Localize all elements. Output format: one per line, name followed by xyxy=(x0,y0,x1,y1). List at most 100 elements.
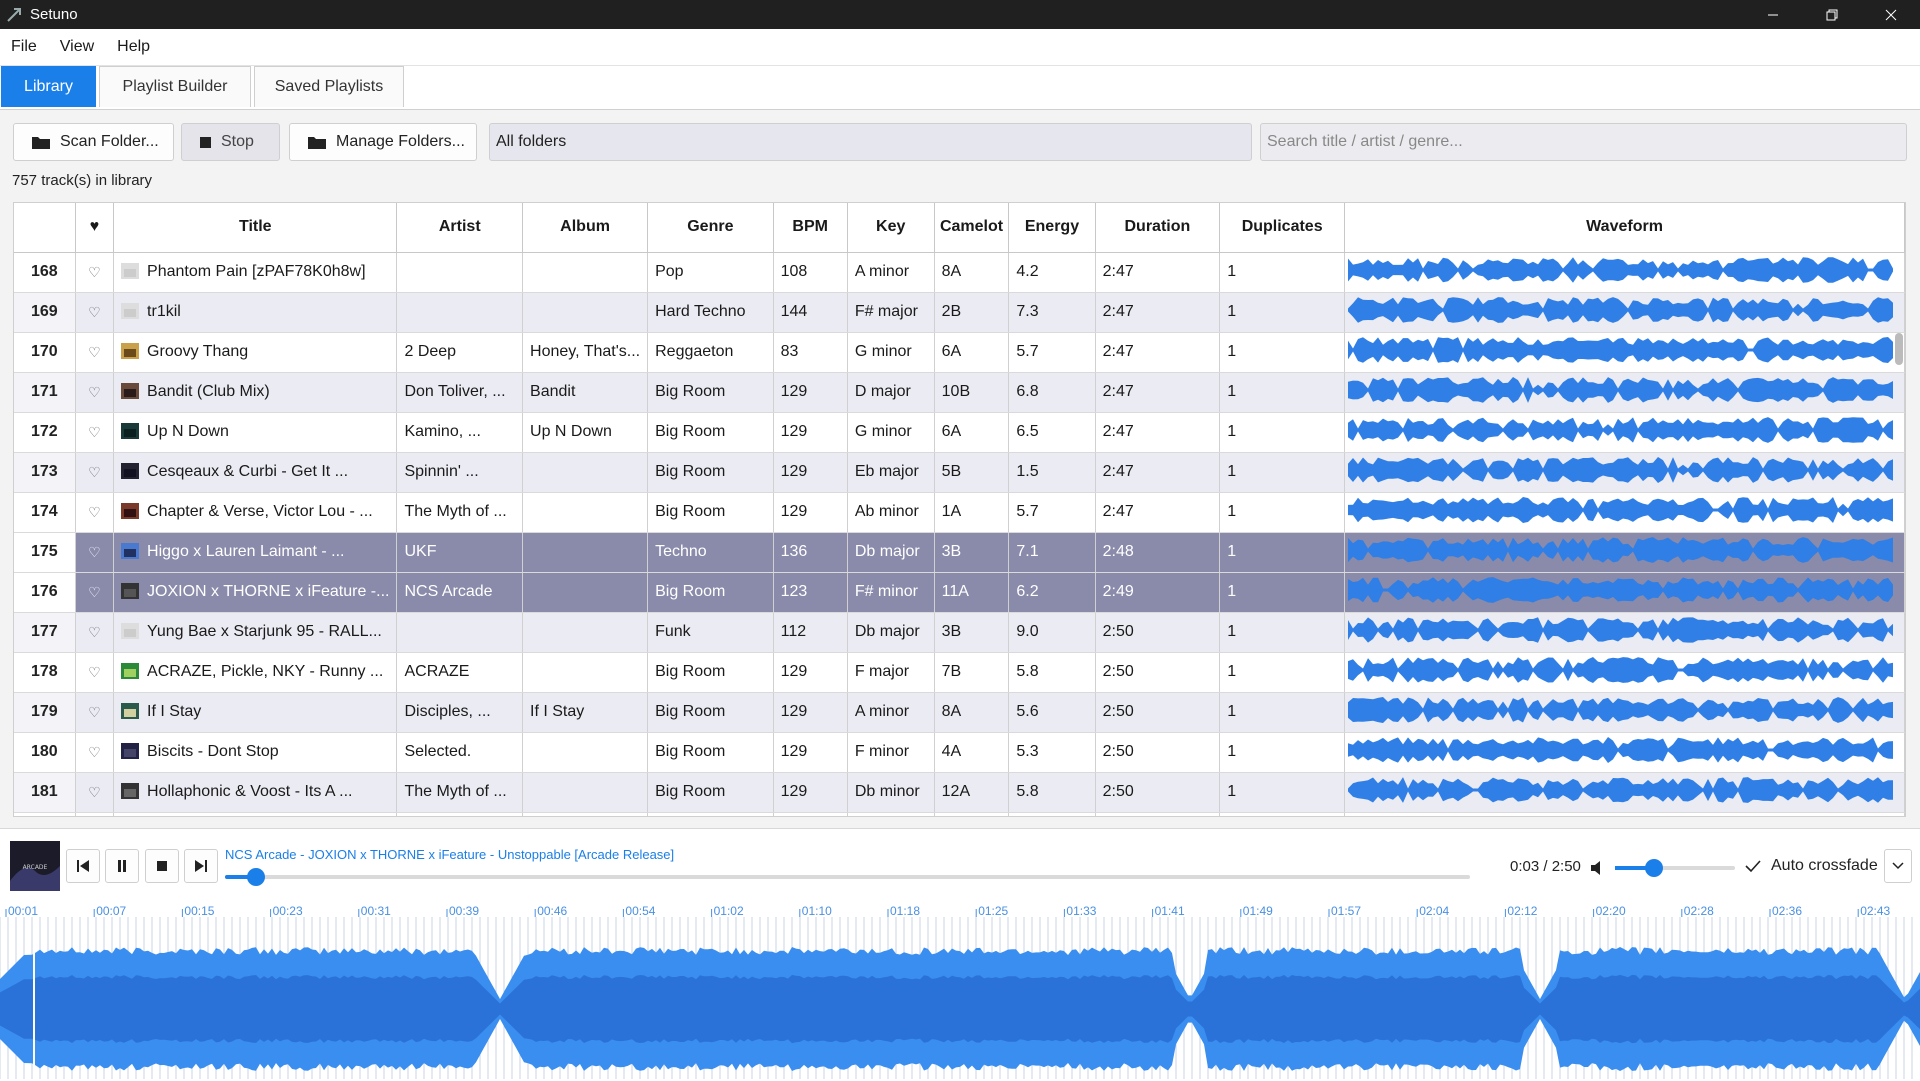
table-row[interactable]: 170♡Groovy Thang2 DeepHoney, That's...Re… xyxy=(14,332,1905,372)
heart-outline-icon[interactable]: ♡ xyxy=(88,264,101,280)
manage-folders-button[interactable]: Manage Folders... xyxy=(289,123,477,161)
table-row[interactable]: 181♡Hollaphonic & Voost - Its A ...The M… xyxy=(14,772,1905,812)
favorite-cell[interactable]: ♡ xyxy=(75,492,113,532)
table-row[interactable]: 178♡ACRAZE, Pickle, NKY - Runny ...ACRAZ… xyxy=(14,652,1905,692)
header-energy[interactable]: Energy xyxy=(1009,203,1095,252)
duplicates-cell: 1 xyxy=(1220,492,1345,532)
header-album[interactable]: Album xyxy=(523,203,648,252)
seek-slider[interactable] xyxy=(225,875,1470,879)
heart-outline-icon[interactable]: ♡ xyxy=(88,624,101,640)
table-row[interactable]: 173♡Cesqeaux & Curbi - Get It ...Spinnin… xyxy=(14,452,1905,492)
album-cell xyxy=(523,652,648,692)
heart-outline-icon[interactable]: ♡ xyxy=(88,384,101,400)
pause-button[interactable] xyxy=(105,849,139,883)
seek-handle[interactable] xyxy=(247,868,265,886)
stop-playback-button[interactable] xyxy=(145,849,179,883)
table-row[interactable]: 179♡If I StayDisciples, ...If I StayBig … xyxy=(14,692,1905,732)
timeline-tick-label: 02:20 xyxy=(1596,904,1626,918)
waveform-cell xyxy=(1345,652,1905,692)
row-number: 179 xyxy=(14,692,75,732)
heart-outline-icon[interactable]: ♡ xyxy=(88,704,101,720)
header-genre[interactable]: Genre xyxy=(648,203,774,252)
header-title[interactable]: Title xyxy=(114,203,397,252)
artist-cell: ACRAZE xyxy=(397,652,523,692)
favorite-cell[interactable]: ♡ xyxy=(75,772,113,812)
timeline-tick-label: 00:01 xyxy=(8,904,38,918)
heart-outline-icon[interactable]: ♡ xyxy=(88,584,101,600)
folder-select[interactable]: All folders xyxy=(489,123,1252,161)
favorite-cell[interactable]: ♡ xyxy=(75,612,113,652)
heart-outline-icon[interactable]: ♡ xyxy=(88,504,101,520)
heart-outline-icon[interactable]: ♡ xyxy=(88,304,101,320)
favorite-cell[interactable]: ♡ xyxy=(75,372,113,412)
table-row[interactable]: 176♡JOXION x THORNE x iFeature -...NCS A… xyxy=(14,572,1905,612)
next-button[interactable] xyxy=(184,849,218,883)
favorite-cell[interactable]: ♡ xyxy=(75,452,113,492)
close-button[interactable] xyxy=(1861,0,1920,29)
header-waveform[interactable]: Waveform xyxy=(1345,203,1905,252)
menu-view[interactable]: View xyxy=(60,38,94,56)
restore-button[interactable] xyxy=(1802,0,1861,29)
favorite-cell[interactable]: ♡ xyxy=(75,412,113,452)
favorite-cell[interactable]: ♡ xyxy=(75,572,113,612)
header-key[interactable]: Key xyxy=(847,203,934,252)
favorite-cell[interactable]: ♡ xyxy=(75,252,113,292)
table-row[interactable]: 174♡Chapter & Verse, Victor Lou - ...The… xyxy=(14,492,1905,532)
header-favorite[interactable]: ♥ xyxy=(75,203,113,252)
table-row[interactable]: 168♡Phantom Pain [zPAF78K0h8w]Pop108A mi… xyxy=(14,252,1905,292)
tab-saved-playlists[interactable]: Saved Playlists xyxy=(254,66,404,107)
scan-folder-button[interactable]: Scan Folder... xyxy=(13,123,174,161)
volume-icon[interactable] xyxy=(1590,860,1606,876)
tab-playlist-builder[interactable]: Playlist Builder xyxy=(99,66,251,107)
header-duration[interactable]: Duration xyxy=(1095,203,1220,252)
favorite-cell[interactable]: ♡ xyxy=(75,732,113,772)
heart-outline-icon[interactable]: ♡ xyxy=(88,424,101,440)
track-thumbnail xyxy=(121,463,139,479)
heart-outline-icon[interactable]: ♡ xyxy=(88,544,101,560)
header-bpm[interactable]: BPM xyxy=(773,203,847,252)
minimize-button[interactable] xyxy=(1743,0,1802,29)
energy-cell: 1.5 xyxy=(1009,452,1095,492)
favorite-cell[interactable]: ♡ xyxy=(75,332,113,372)
bpm-cell: 129 xyxy=(773,412,847,452)
favorite-cell[interactable]: ♡ xyxy=(75,652,113,692)
favorite-cell[interactable]: ♡ xyxy=(75,532,113,572)
favorite-cell[interactable]: ♡ xyxy=(75,292,113,332)
menu-file[interactable]: File xyxy=(11,38,37,56)
heart-outline-icon[interactable]: ♡ xyxy=(88,344,101,360)
heart-outline-icon[interactable]: ♡ xyxy=(88,664,101,680)
table-row[interactable]: 175♡Higgo x Lauren Laimant - ...UKFTechn… xyxy=(14,532,1905,572)
search-input[interactable]: Search title / artist / genre... xyxy=(1260,123,1907,161)
heart-outline-icon[interactable]: ♡ xyxy=(88,744,101,760)
table-row[interactable]: 177♡Yung Bae x Starjunk 95 - RALL...Funk… xyxy=(14,612,1905,652)
menu-help[interactable]: Help xyxy=(117,38,150,56)
table-row[interactable]: 172♡Up N DownKamino, ...Up N DownBig Roo… xyxy=(14,412,1905,452)
volume-handle[interactable] xyxy=(1645,859,1663,877)
table-row[interactable]: 182♡Dance of FireTropical Suns...Dance o… xyxy=(14,812,1905,817)
header-duplicates[interactable]: Duplicates xyxy=(1220,203,1345,252)
key-cell: F major xyxy=(847,652,934,692)
auto-crossfade-toggle[interactable]: Auto crossfade xyxy=(1745,857,1878,875)
table-scrollbar[interactable] xyxy=(1895,333,1903,365)
favorite-cell[interactable]: ♡ xyxy=(75,692,113,732)
tab-library[interactable]: Library xyxy=(1,66,96,107)
volume-slider[interactable] xyxy=(1615,866,1735,870)
main-waveform[interactable]: 00:0100:0700:1500:2300:3100:3900:4600:54… xyxy=(0,899,1920,1079)
heart-outline-icon[interactable]: ♡ xyxy=(88,784,101,800)
heart-outline-icon[interactable]: ♡ xyxy=(88,464,101,480)
bpm-cell: 129 xyxy=(773,652,847,692)
header-camelot[interactable]: Camelot xyxy=(934,203,1009,252)
crossfade-dropdown-button[interactable] xyxy=(1884,849,1912,883)
table-row[interactable]: 180♡Biscits - Dont StopSelected.Big Room… xyxy=(14,732,1905,772)
favorite-cell[interactable]: ♡ xyxy=(75,812,113,817)
album-cover: ARCADE xyxy=(10,841,60,891)
header-artist[interactable]: Artist xyxy=(397,203,523,252)
track-title: Yung Bae x Starjunk 95 - RALL... xyxy=(147,623,382,640)
row-number: 180 xyxy=(14,732,75,772)
app-icon xyxy=(6,7,22,23)
previous-button[interactable] xyxy=(66,849,100,883)
table-row[interactable]: 169♡tr1kilHard Techno144F# major2B7.32:4… xyxy=(14,292,1905,332)
table-row[interactable]: 171♡Bandit (Club Mix)Don Toliver, ...Ban… xyxy=(14,372,1905,412)
bpm-cell: 108 xyxy=(773,252,847,292)
stop-button[interactable]: Stop xyxy=(181,123,280,161)
